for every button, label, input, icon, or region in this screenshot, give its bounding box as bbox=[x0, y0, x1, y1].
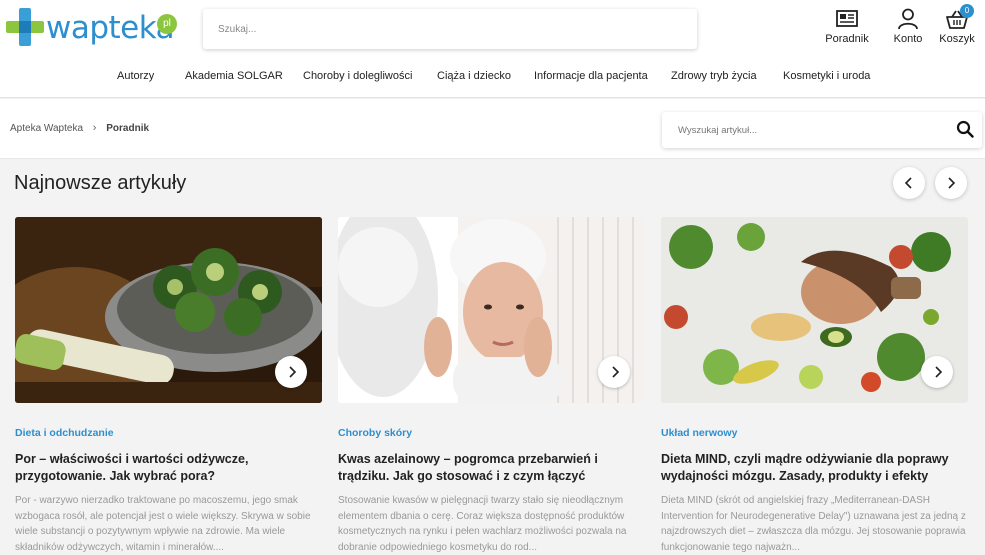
konto-button[interactable]: Konto bbox=[888, 8, 928, 48]
user-icon bbox=[898, 8, 918, 30]
search-icon[interactable] bbox=[956, 120, 974, 138]
chevron-right-icon bbox=[289, 366, 297, 378]
section-title: Najnowsze artykuły bbox=[14, 172, 187, 194]
breadcrumb-home[interactable]: Apteka Wapteka bbox=[10, 123, 83, 134]
nav-item-ciaza[interactable]: Ciąża i dziecko bbox=[437, 70, 511, 82]
article-next-button[interactable] bbox=[921, 356, 953, 388]
nav-item-choroby[interactable]: Choroby i dolegliwości bbox=[303, 70, 412, 82]
chevron-left-icon bbox=[904, 177, 912, 189]
article-card[interactable]: Choroby skóry Kwas azelainowy – pogromca… bbox=[338, 217, 645, 555]
article-search bbox=[662, 112, 982, 148]
main-search bbox=[203, 9, 697, 49]
nav-item-autorzy[interactable]: Autorzy bbox=[117, 70, 154, 82]
chevron-right-icon bbox=[935, 366, 943, 378]
article-excerpt: Por - warzywo nierzadko traktowane po ma… bbox=[15, 495, 311, 553]
article-category[interactable]: Dieta i odchudzanie bbox=[15, 427, 114, 439]
konto-label: Konto bbox=[893, 33, 923, 45]
article-card[interactable]: Układ nerwowy Dieta MIND, czyli mądre od… bbox=[661, 217, 968, 555]
nav-item-akademia-solgar[interactable]: Akademia SOLGAR bbox=[185, 70, 283, 82]
article-title[interactable]: Kwas azelainowy – pogromca przebarwień i… bbox=[338, 451, 645, 485]
newspaper-icon bbox=[836, 10, 858, 27]
nav-item-informacje[interactable]: Informacje dla pacjenta bbox=[534, 70, 648, 82]
article-excerpt: Dieta MIND (skrót od angielskiej frazy „… bbox=[661, 495, 966, 553]
poradnik-label: Poradnik bbox=[825, 33, 869, 45]
cart-count-badge: 0 bbox=[960, 4, 974, 18]
site-header: wapteka pl Poradnik Konto 0 Koszy bbox=[0, 0, 985, 98]
main-nav: Autorzy Akademia SOLGAR Choroby i dolegl… bbox=[0, 70, 985, 86]
breadcrumb: Apteka Wapteka › Poradnik bbox=[10, 122, 149, 134]
article-search-input[interactable] bbox=[662, 112, 942, 148]
chevron-right-icon bbox=[612, 366, 620, 378]
article-title[interactable]: Por – właściwości i wartości odżywcze, p… bbox=[15, 451, 322, 485]
koszyk-button[interactable]: 0 Koszyk bbox=[936, 4, 978, 48]
breadcrumb-bar: Apteka Wapteka › Poradnik bbox=[0, 99, 985, 159]
logo-text: wapteka bbox=[46, 10, 175, 46]
carousel-next-button[interactable] bbox=[935, 167, 967, 199]
wapteka-logo[interactable]: wapteka pl bbox=[6, 8, 177, 48]
article-next-button[interactable] bbox=[598, 356, 630, 388]
search-input[interactable] bbox=[203, 9, 697, 49]
breadcrumb-current: Poradnik bbox=[106, 123, 150, 134]
nav-item-kosmetyki[interactable]: Kosmetyki i uroda bbox=[783, 70, 870, 82]
koszyk-label: Koszyk bbox=[939, 33, 975, 45]
chevron-right-icon: › bbox=[92, 122, 97, 134]
logo-pl-badge: pl bbox=[157, 14, 177, 34]
article-excerpt: Stosowanie kwasów w pielęgnacji twarzy s… bbox=[338, 495, 627, 553]
article-category[interactable]: Choroby skóry bbox=[338, 427, 412, 439]
nav-item-zdrowy-tryb[interactable]: Zdrowy tryb życia bbox=[671, 70, 757, 82]
chevron-right-icon bbox=[948, 177, 956, 189]
poradnik-button[interactable]: Poradnik bbox=[824, 8, 870, 48]
cross-logo-icon bbox=[6, 8, 44, 46]
article-next-button[interactable] bbox=[275, 356, 307, 388]
article-title[interactable]: Dieta MIND, czyli mądre odżywianie dla p… bbox=[661, 451, 968, 485]
carousel-prev-button[interactable] bbox=[893, 167, 925, 199]
article-category[interactable]: Układ nerwowy bbox=[661, 427, 737, 439]
article-card[interactable]: Dieta i odchudzanie Por – właściwości i … bbox=[15, 217, 322, 555]
